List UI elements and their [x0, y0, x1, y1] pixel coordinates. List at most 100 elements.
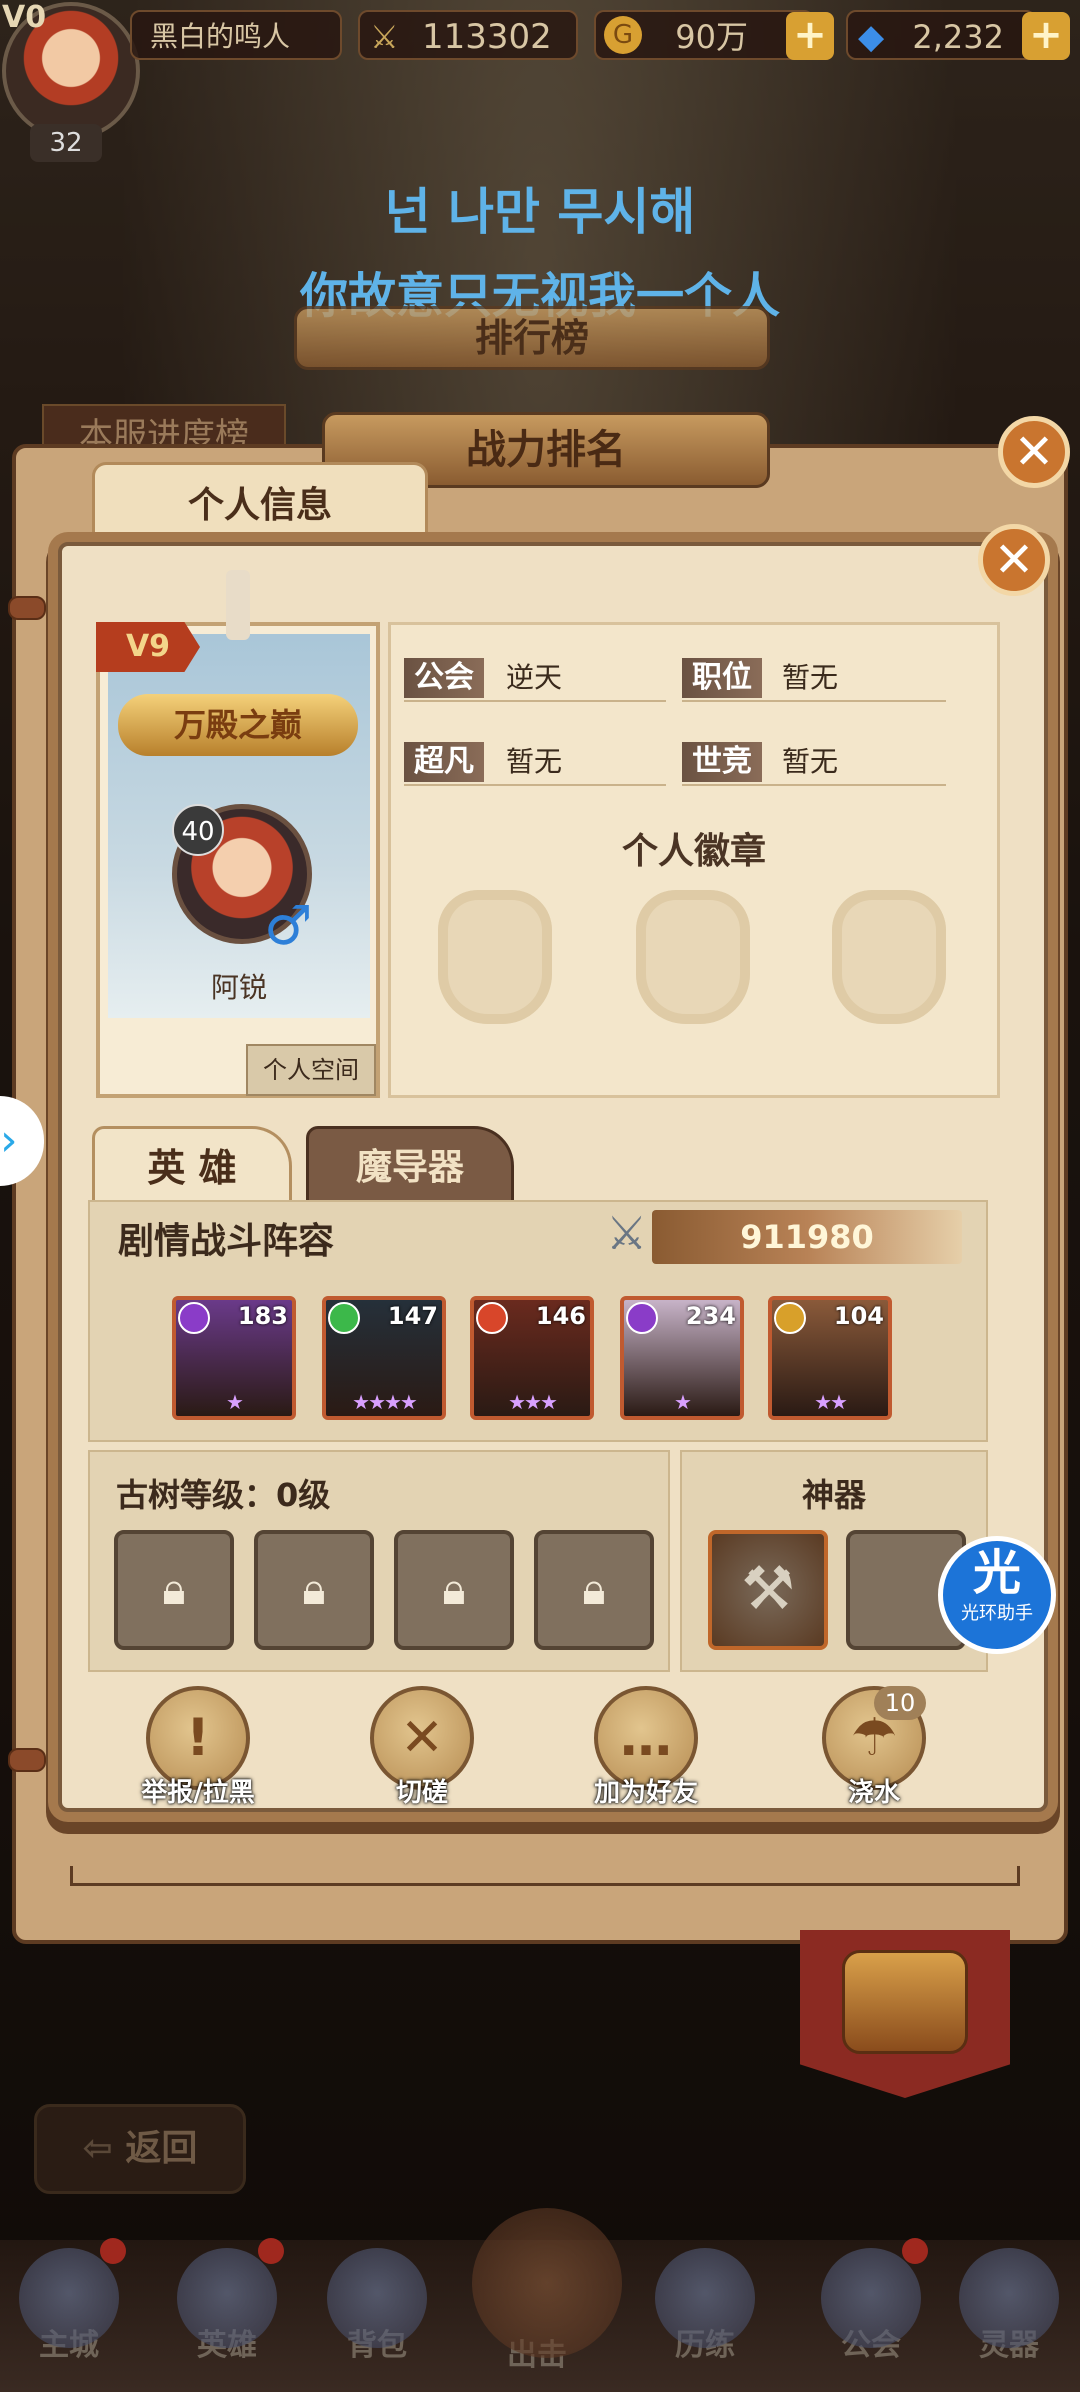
profile-vip-badge: V9: [96, 622, 200, 672]
binder-ring: [8, 1748, 46, 1772]
gold-value: 90万: [675, 18, 748, 56]
diamond-counter: ◆ 2,232: [846, 10, 1036, 60]
back-label: 返回: [125, 2128, 198, 2169]
action-label[interactable]: 浇水: [789, 1772, 959, 1809]
guild-icon: [821, 2248, 921, 2348]
nav-item[interactable]: 主城: [4, 2248, 134, 2364]
element-icon: [476, 1302, 508, 1334]
backpack-icon: [327, 2248, 427, 2348]
nav-item[interactable]: 历练: [640, 2248, 770, 2364]
close-profile-button[interactable]: ✕: [978, 524, 1050, 596]
combat-power-value: 113302: [422, 17, 552, 57]
divider: [404, 700, 666, 702]
element-icon: [626, 1302, 658, 1334]
field-value-guild: 逆天: [506, 661, 563, 694]
nav-item[interactable]: 出击: [472, 2208, 622, 2374]
lineup-hero-slot[interactable]: 147 ★★★★: [322, 1296, 446, 1420]
ancient-tree-title: 古树等级：0级: [116, 1476, 331, 1514]
male-gender-icon: ♂: [264, 894, 313, 957]
hero-slot-level: 104: [833, 1302, 884, 1330]
lineup-power: 911980: [652, 1210, 962, 1264]
notification-dot: [258, 2238, 284, 2264]
frame-bottom-edge: [70, 1866, 1020, 1886]
trial-icon: [655, 2248, 755, 2348]
combat-power: ⚔ 113302: [358, 10, 578, 60]
add-diamond-button[interactable]: +: [1022, 12, 1070, 60]
field-value-world-arena: 暂无: [782, 745, 839, 778]
tab-personal-info[interactable]: 个人信息: [92, 462, 428, 547]
nav-item[interactable]: 公会: [806, 2248, 936, 2364]
hero-level: 40: [172, 804, 224, 856]
badge-slot-empty[interactable]: [832, 890, 946, 1024]
back-arrow-icon: ⇦: [82, 2128, 126, 2169]
player-vip: V0: [2, 0, 47, 35]
lineup-hero-slot[interactable]: 183 ★: [172, 1296, 296, 1420]
field-label-position: 职位: [682, 658, 762, 698]
badge-slot-empty[interactable]: [636, 890, 750, 1024]
nav-item[interactable]: 背包: [312, 2248, 442, 2364]
player-level: 32: [30, 124, 102, 162]
divider: [404, 784, 666, 786]
hero-name: 阿锐: [210, 971, 267, 1004]
title-badge: 万殿之巅: [118, 694, 358, 756]
hero-slot-stars: ★★: [814, 1390, 848, 1414]
sword-power-icon: ⚔: [370, 18, 399, 56]
lock-icon[interactable]: 🔒︎: [254, 1530, 374, 1650]
action-label[interactable]: 加为好友: [561, 1772, 731, 1809]
nav-item[interactable]: 英雄: [162, 2248, 292, 2364]
element-icon: [328, 1302, 360, 1334]
castle-icon: [19, 2248, 119, 2348]
helmet-icon: [177, 2248, 277, 2348]
field-label-world-arena: 世竞: [682, 742, 762, 782]
badge-slot-empty[interactable]: [438, 890, 552, 1024]
action-label[interactable]: 举报/拉黑: [113, 1772, 283, 1809]
hero-slot-stars: ★: [674, 1390, 692, 1414]
personal-space-button[interactable]: 个人空间: [246, 1044, 376, 1096]
artifact-title: 神器: [801, 1476, 866, 1514]
tab-mage-artifact[interactable]: 魔导器: [306, 1126, 514, 1204]
close-ranking-button[interactable]: ✕: [998, 416, 1070, 488]
hero-slot-stars: ★★★: [508, 1390, 558, 1414]
action-label[interactable]: 切磋: [337, 1772, 507, 1809]
nav-item[interactable]: 灵器: [944, 2248, 1074, 2364]
field-value-transcend: 暂无: [506, 745, 563, 778]
gold-coin-icon: G: [604, 16, 642, 54]
hero-slot-stars: ★★★★: [352, 1390, 418, 1414]
divider: [682, 784, 946, 786]
lock-icon[interactable]: 🔒︎: [394, 1530, 514, 1650]
hero-slot-level: 146: [535, 1302, 586, 1330]
back-button[interactable]: ⇦ 返回: [34, 2104, 246, 2194]
divider: [682, 700, 946, 702]
subtitle-korean: 넌 나만 무시해: [384, 183, 696, 241]
lock-icon[interactable]: 🔒︎: [114, 1530, 234, 1650]
crossed-swords-icon: ⚔: [606, 1206, 648, 1260]
field-value-position: 暂无: [782, 661, 839, 694]
lineup-title: 剧情战斗阵容: [118, 1221, 335, 1262]
hero-slot-stars: ★: [226, 1390, 244, 1414]
diamond-icon: ◆: [858, 17, 885, 57]
personal-badges-title: 个人徽章: [621, 831, 766, 872]
sword-icon: [472, 2208, 622, 2358]
helper-label: 光环助手: [961, 1603, 1033, 1624]
lineup-hero-slot[interactable]: 104 ★★: [768, 1296, 892, 1420]
lineup-hero-slot[interactable]: 146 ★★★: [470, 1296, 594, 1420]
mace-icon[interactable]: ⚒: [708, 1530, 828, 1650]
pin-icon: [226, 570, 250, 640]
hero-slot-level: 147: [387, 1302, 438, 1330]
element-icon: [178, 1302, 210, 1334]
treasure-chest-icon[interactable]: [842, 1950, 968, 2054]
add-gold-button[interactable]: +: [786, 12, 834, 60]
lineup-hero-slot[interactable]: 234 ★: [620, 1296, 744, 1420]
tab-hero[interactable]: 英 雄: [92, 1126, 292, 1204]
gold-counter: G 90万: [594, 10, 814, 60]
diamond-value: 2,232: [912, 18, 1004, 56]
player-name: 黑白的鸣人: [130, 10, 342, 60]
helper-float-button[interactable]: 光 光环助手: [938, 1536, 1056, 1654]
field-label-guild: 公会: [404, 658, 484, 698]
helper-glyph: 光: [972, 1545, 1021, 1601]
lock-icon[interactable]: 🔒︎: [534, 1530, 654, 1650]
element-icon: [774, 1302, 806, 1334]
orb-icon: [959, 2248, 1059, 2348]
field-label-transcend: 超凡: [404, 742, 484, 782]
notification-dot: [100, 2238, 126, 2264]
